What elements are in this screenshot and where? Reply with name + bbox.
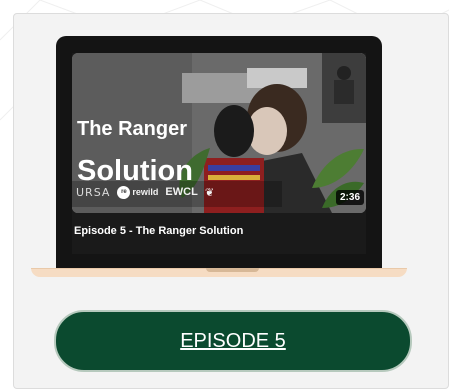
- thumbnail-title-line2: Solution: [77, 155, 193, 187]
- ewcl-logo: EWCL: [165, 186, 198, 198]
- video-thumbnail[interactable]: The Ranger Solution URSA re rewild EWCL …: [72, 53, 366, 213]
- laptop-frame: The Ranger Solution URSA re rewild EWCL …: [56, 36, 382, 272]
- rewild-logo-icon: re: [117, 185, 131, 199]
- video-duration: 2:36: [336, 190, 365, 205]
- video-screen[interactable]: The Ranger Solution URSA re rewild EWCL …: [72, 53, 366, 254]
- video-caption: Episode 5 - The Ranger Solution: [74, 225, 244, 237]
- laptop-base-notch: [206, 268, 259, 272]
- partner-logos: URSA re rewild EWCL ❦: [76, 183, 214, 201]
- rewild-logo-text: rewild: [132, 187, 159, 197]
- episode-5-button[interactable]: EPISODE 5: [54, 310, 412, 372]
- emblem-icon: ❦: [204, 186, 215, 199]
- rewild-logo: re rewild: [117, 185, 159, 199]
- ursa-logo: URSA: [76, 185, 111, 199]
- thumbnail-title-line1: The Ranger: [77, 118, 188, 140]
